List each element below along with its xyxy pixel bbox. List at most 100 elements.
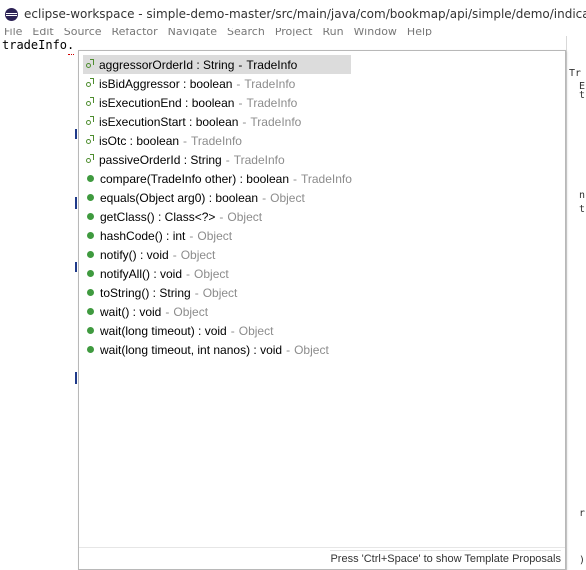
menu-search[interactable]: Search <box>227 28 265 36</box>
proposal-item[interactable]: wait() : void - Object <box>83 302 543 321</box>
proposal-item[interactable]: isOtc : boolean - TradeInfo <box>83 131 543 150</box>
template-proposals-hint: Press 'Ctrl+Space' to show Template Prop… <box>330 550 561 565</box>
public-method-icon <box>87 289 94 296</box>
occurrence-marker <box>75 372 77 384</box>
content-assist-popup[interactable]: aggressorOrderId : String - TradeInfo isBid… <box>78 50 566 570</box>
proposal-separator: - <box>238 57 243 72</box>
proposal-item[interactable]: toString() : String - Object <box>83 283 543 302</box>
field-icon <box>85 115 95 128</box>
menu-file[interactable]: File <box>4 28 22 36</box>
menu-run[interactable]: Run <box>322 28 343 36</box>
menu-edit[interactable]: Edit <box>32 28 53 36</box>
proposal-signature: hashCode() : int <box>100 228 186 243</box>
proposal-signature: isExecutionStart : boolean <box>99 114 239 129</box>
proposal-item[interactable]: passiveOrderId : String - TradeInfo <box>83 150 543 169</box>
proposal-separator: - <box>286 342 291 357</box>
proposal-separator: - <box>172 247 177 262</box>
proposal-declaring-type: Object <box>227 209 263 224</box>
code-fragment: ) <box>579 555 586 566</box>
proposal-item[interactable]: notifyAll() : void - Object <box>83 264 543 283</box>
proposal-item[interactable]: isBidAggressor : boolean - TradeInfo <box>83 74 543 93</box>
proposal-item[interactable]: hashCode() : int - Object <box>83 226 543 245</box>
proposal-signature: aggressorOrderId : String <box>99 57 235 72</box>
code-fragment: r <box>579 508 586 519</box>
proposal-signature: wait() : void <box>100 304 162 319</box>
proposal-signature: isExecutionEnd : boolean <box>99 95 235 110</box>
public-method-icon <box>87 308 94 315</box>
proposal-separator: - <box>236 76 241 91</box>
proposal-separator: - <box>189 228 194 243</box>
proposal-declaring-type: Object <box>202 285 238 300</box>
field-icon <box>85 96 95 109</box>
proposal-signature: getClass() : Class<?> <box>100 209 216 224</box>
proposal-signature: toString() : String <box>100 285 191 300</box>
menu-help[interactable]: Help <box>407 28 432 36</box>
proposal-declaring-type: TradeInfo <box>301 171 352 186</box>
proposal-list[interactable]: aggressorOrderId : String - TradeInfo isBid… <box>83 55 543 359</box>
menu-bar: File Edit Source Refactor Navigate Search Proj… <box>0 28 586 36</box>
proposal-signature: notifyAll() : void <box>100 266 183 281</box>
code-fragment: n <box>579 190 586 201</box>
proposal-declaring-type: Object <box>197 228 233 243</box>
proposal-declaring-type: TradeInfo <box>244 76 296 91</box>
proposal-signature: notify() : void <box>100 247 169 262</box>
proposal-item[interactable]: getClass() : Class<?> - Object <box>83 207 543 226</box>
field-icon <box>85 134 95 147</box>
field-icon <box>85 153 95 166</box>
public-method-icon <box>87 251 94 258</box>
proposal-declaring-type: TradeInfo <box>246 95 298 110</box>
field-icon <box>85 58 95 71</box>
proposal-declaring-type: Object <box>173 304 209 319</box>
public-method-icon <box>87 270 94 277</box>
public-method-icon <box>87 175 94 182</box>
status-divider <box>79 547 565 548</box>
proposal-separator: - <box>219 209 224 224</box>
proposal-separator: - <box>194 285 199 300</box>
eclipse-logo-icon <box>5 7 18 21</box>
code-line[interactable]: tradeInfo. <box>2 36 74 54</box>
proposal-declaring-type: TradeInfo <box>233 152 285 167</box>
menu-window[interactable]: Window <box>354 28 397 36</box>
proposal-item[interactable]: wait(long timeout, int nanos) : void - Obj… <box>83 340 543 359</box>
code-fragment: t <box>579 90 586 101</box>
proposal-separator: - <box>230 323 235 338</box>
proposal-item-selected[interactable]: aggressorOrderId : String - TradeInfo <box>83 55 351 74</box>
menu-refactor[interactable]: Refactor <box>112 28 158 36</box>
proposal-item[interactable]: wait(long timeout) : void - Object <box>83 321 543 340</box>
proposal-item[interactable]: compare(TradeInfo other) : boolean - Trade… <box>83 169 543 188</box>
proposal-separator: - <box>293 171 297 186</box>
proposal-declaring-type: Object <box>180 247 216 262</box>
public-method-icon <box>87 346 94 353</box>
error-squiggle <box>68 51 74 55</box>
proposal-item[interactable]: equals(Object arg0) : boolean - Object <box>83 188 543 207</box>
proposal-declaring-type: Object <box>194 266 229 281</box>
menu-navigate[interactable]: Navigate <box>168 28 217 36</box>
menu-project[interactable]: Project <box>275 28 313 36</box>
code-fragment: t <box>579 204 586 215</box>
side-editor-panel[interactable]: Tr Et n t r) <box>566 36 586 570</box>
occurrence-marker <box>75 262 77 272</box>
proposal-separator: - <box>238 95 243 110</box>
proposal-signature: isOtc : boolean <box>99 133 180 148</box>
proposal-signature: isBidAggressor : boolean <box>99 76 233 91</box>
proposal-declaring-type: Object <box>294 342 329 357</box>
proposal-separator: - <box>165 304 170 319</box>
proposal-signature: passiveOrderId : String <box>99 152 222 167</box>
proposal-separator: - <box>225 152 230 167</box>
proposal-declaring-type: TradeInfo <box>250 114 302 129</box>
proposal-item[interactable]: notify() : void - Object <box>83 245 543 264</box>
code-fragment: Tr <box>569 68 582 79</box>
proposal-separator: - <box>183 133 188 148</box>
occurrence-marker <box>75 129 77 139</box>
proposal-item[interactable]: isExecutionEnd : boolean - TradeInfo <box>83 93 543 112</box>
menu-source[interactable]: Source <box>64 28 102 36</box>
proposal-declaring-type: TradeInfo <box>246 57 298 72</box>
proposal-separator: - <box>186 266 191 281</box>
proposal-item[interactable]: isExecutionStart : boolean - TradeInfo <box>83 112 543 131</box>
occurrence-marker <box>75 197 77 209</box>
proposal-signature: compare(TradeInfo other) : boolean <box>100 171 289 186</box>
public-method-icon <box>87 194 94 201</box>
window-title-bar: eclipse-workspace - simple-demo-master/s… <box>0 0 586 28</box>
proposal-declaring-type: Object <box>270 190 305 205</box>
proposal-signature: equals(Object arg0) : boolean <box>100 190 259 205</box>
